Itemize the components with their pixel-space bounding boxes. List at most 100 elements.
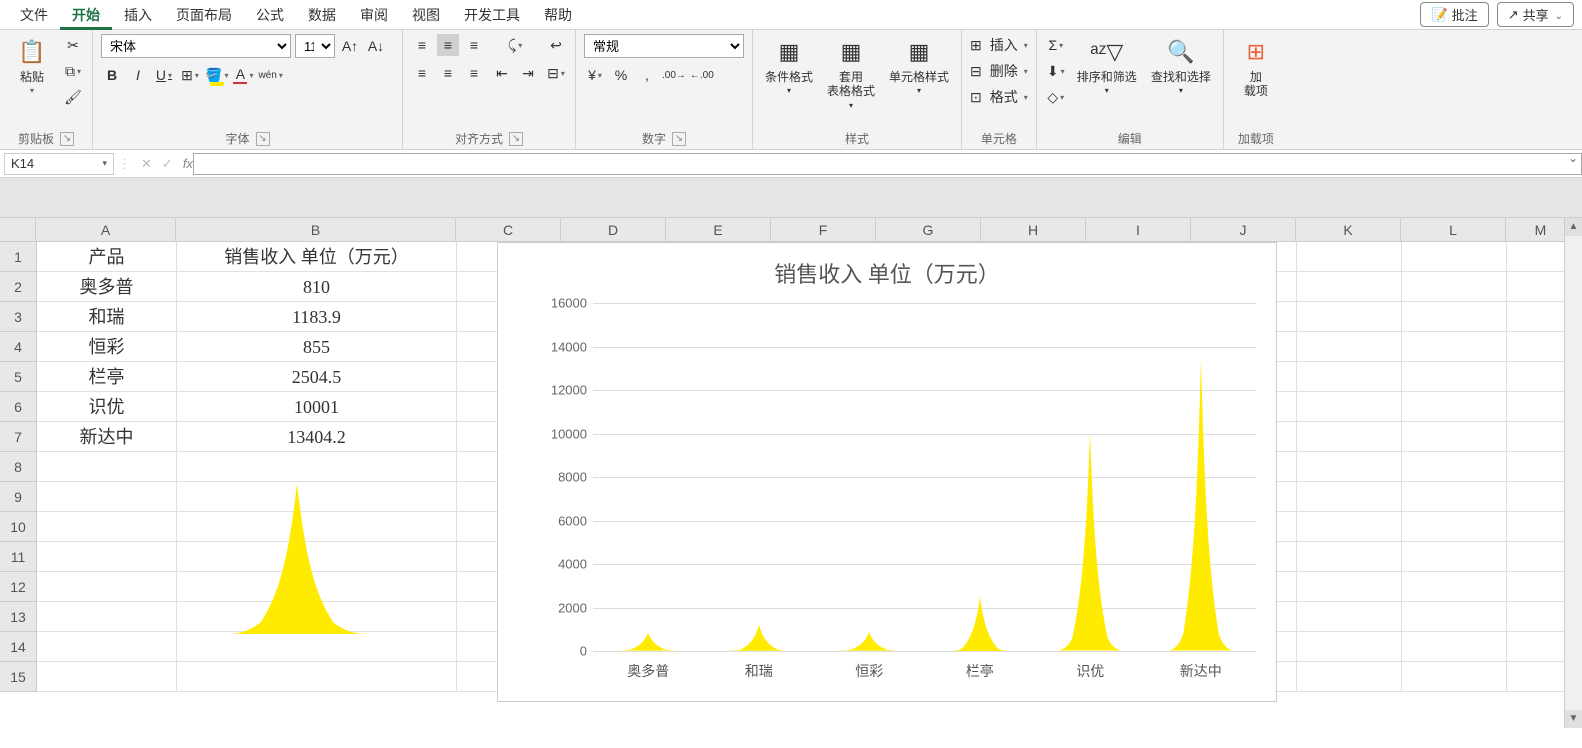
cell[interactable]: 恒彩	[37, 332, 177, 362]
orientation-button[interactable]: ⤹	[504, 34, 526, 56]
dialog-launcher-icon[interactable]: ↘	[509, 132, 523, 146]
select-all-corner[interactable]	[0, 218, 36, 241]
format-cells-button[interactable]: ⊡ 格式	[970, 86, 1028, 108]
cell-styles-button[interactable]: ▦单元格样式▾	[885, 34, 953, 97]
cell[interactable]	[177, 482, 457, 512]
col-header-A[interactable]: A	[36, 218, 176, 241]
comma-button[interactable]: ,	[636, 64, 658, 86]
cell[interactable]	[37, 452, 177, 482]
row-header[interactable]: 2	[0, 272, 36, 302]
comments-button[interactable]: 📝 批注	[1420, 2, 1488, 27]
align-left-button[interactable]: ≡	[411, 62, 433, 84]
scroll-up-button[interactable]: ▲	[1565, 218, 1582, 236]
cell[interactable]	[1402, 452, 1507, 482]
align-bottom-button[interactable]: ≡	[463, 34, 485, 56]
cell[interactable]	[1402, 542, 1507, 572]
cell[interactable]	[37, 662, 177, 692]
row-header[interactable]: 15	[0, 662, 36, 692]
cell[interactable]	[37, 632, 177, 662]
col-header-B[interactable]: B	[176, 218, 456, 241]
fill-color-button[interactable]: 🪣	[205, 64, 228, 86]
cell[interactable]	[37, 602, 177, 632]
dialog-launcher-icon[interactable]: ↘	[256, 132, 270, 146]
row-header[interactable]: 12	[0, 572, 36, 602]
fx-icon[interactable]: fx	[183, 156, 193, 171]
wrap-text-button[interactable]: ↩	[545, 34, 567, 56]
font-color-button[interactable]: A	[232, 64, 254, 86]
currency-button[interactable]: ¥	[584, 64, 606, 86]
tab-developer[interactable]: 开发工具	[452, 0, 532, 30]
cell[interactable]	[1297, 632, 1402, 662]
cell[interactable]	[1297, 302, 1402, 332]
autosum-button[interactable]: Σ	[1045, 34, 1067, 56]
row-header[interactable]: 4	[0, 332, 36, 362]
cell[interactable]	[1402, 302, 1507, 332]
cell[interactable]	[1297, 392, 1402, 422]
decrease-indent-button[interactable]: ⇤	[491, 62, 513, 84]
vertical-scrollbar[interactable]: ▲ ▼	[1564, 218, 1582, 728]
decrease-font-button[interactable]: A↓	[365, 35, 387, 57]
cell[interactable]	[1402, 632, 1507, 662]
delete-cells-button[interactable]: ⊟ 删除	[970, 60, 1028, 82]
cell[interactable]	[37, 482, 177, 512]
cell[interactable]	[1402, 272, 1507, 302]
cell[interactable]: 奥多普	[37, 272, 177, 302]
cell[interactable]: 和瑞	[37, 302, 177, 332]
ribbon-collapse-button[interactable]: ⌄	[1568, 151, 1578, 165]
cell[interactable]	[1402, 422, 1507, 452]
cell[interactable]: 识优	[37, 392, 177, 422]
col-header-C[interactable]: C	[456, 218, 561, 241]
cell[interactable]	[1297, 512, 1402, 542]
italic-button[interactable]: I	[127, 64, 149, 86]
tab-data[interactable]: 数据	[296, 0, 348, 30]
name-box[interactable]: K14▾	[4, 153, 114, 175]
cell[interactable]: 855	[177, 332, 457, 362]
col-header-G[interactable]: G	[876, 218, 981, 241]
cell[interactable]	[177, 452, 457, 482]
border-button[interactable]: ⊞	[179, 64, 201, 86]
cell[interactable]	[177, 602, 457, 632]
decrease-decimal-button[interactable]: ←.00	[690, 64, 714, 86]
font-name-select[interactable]: 宋体	[101, 34, 291, 58]
row-header[interactable]: 11	[0, 542, 36, 572]
cell[interactable]	[177, 542, 457, 572]
cell[interactable]	[1402, 572, 1507, 602]
tab-review[interactable]: 审阅	[348, 0, 400, 30]
cell[interactable]	[1297, 572, 1402, 602]
row-header[interactable]: 6	[0, 392, 36, 422]
cell[interactable]: 新达中	[37, 422, 177, 452]
copy-button[interactable]: ⧉	[62, 60, 84, 82]
addins-button[interactable]: ⊞加 载项	[1232, 34, 1280, 101]
row-header[interactable]: 10	[0, 512, 36, 542]
dialog-launcher-icon[interactable]: ↘	[60, 132, 74, 146]
row-header[interactable]: 9	[0, 482, 36, 512]
cell[interactable]: 销售收入 单位（万元）	[177, 242, 457, 272]
col-header-I[interactable]: I	[1086, 218, 1191, 241]
format-painter-button[interactable]: 🖌	[62, 86, 84, 108]
cell[interactable]	[1297, 272, 1402, 302]
col-header-H[interactable]: H	[981, 218, 1086, 241]
cell[interactable]	[1402, 662, 1507, 692]
cell[interactable]: 产品	[37, 242, 177, 272]
cell[interactable]	[1297, 332, 1402, 362]
col-header-K[interactable]: K	[1296, 218, 1401, 241]
row-header[interactable]: 14	[0, 632, 36, 662]
format-as-table-button[interactable]: ▦套用 表格格式▾	[823, 34, 879, 112]
sort-filter-button[interactable]: ᵃᶻ▽排序和筛选▾	[1073, 34, 1141, 97]
number-format-select[interactable]: 常规	[584, 34, 744, 58]
align-top-button[interactable]: ≡	[411, 34, 433, 56]
row-header[interactable]: 5	[0, 362, 36, 392]
col-header-D[interactable]: D	[561, 218, 666, 241]
paste-button[interactable]: 📋 粘贴 ▾	[8, 34, 56, 97]
find-select-button[interactable]: 🔍查找和选择▾	[1147, 34, 1215, 97]
col-header-F[interactable]: F	[771, 218, 876, 241]
cell[interactable]	[1402, 242, 1507, 272]
cell[interactable]: 10001	[177, 392, 457, 422]
cell[interactable]	[177, 572, 457, 602]
share-button[interactable]: ↗ 共享	[1497, 2, 1574, 27]
cell[interactable]	[1402, 602, 1507, 632]
cell[interactable]	[177, 632, 457, 662]
cell[interactable]	[37, 542, 177, 572]
tab-view[interactable]: 视图	[400, 0, 452, 30]
embedded-chart[interactable]: 销售收入 单位（万元） 0200040006000800010000120001…	[497, 242, 1277, 702]
